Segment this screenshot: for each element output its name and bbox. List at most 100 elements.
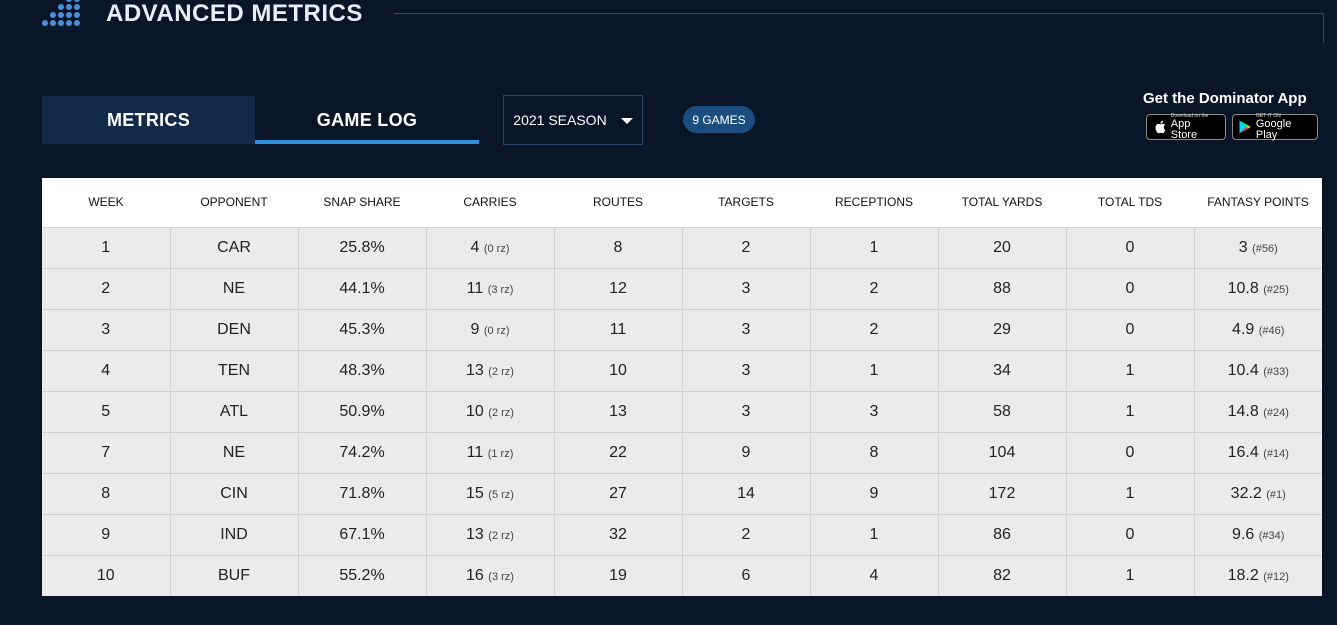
cell-week: 8: [42, 473, 171, 515]
cell-targets-value: 3: [741, 402, 751, 420]
cell-receptions: 2: [810, 309, 939, 351]
cell-receptions: 8: [810, 432, 939, 474]
cell-routes: 27: [554, 473, 683, 515]
cell-routes-value: 10: [609, 361, 627, 379]
cell-routes-value: 32: [609, 525, 627, 543]
cell-snap-share: 74.2%: [298, 432, 427, 474]
cell-carries-value: 11: [466, 279, 484, 297]
cell-carries: 4 (0 rz): [426, 227, 555, 269]
cell-opponent: NE: [170, 268, 299, 310]
col-carries[interactable]: CARRIES: [426, 178, 554, 228]
cell-receptions: 9: [810, 473, 939, 515]
cell-fantasy-points-value: 18.2: [1227, 566, 1259, 584]
cell-week: 5: [42, 391, 171, 433]
cell-snap-share: 55.2%: [298, 555, 427, 596]
cell-carries-value: 10: [466, 402, 484, 420]
table-row: 4 TEN 48.3% 13 (2 rz) 10 3 1 34 1 10.4 (#33): [42, 350, 1322, 392]
cell-total-yards-value: 58: [993, 402, 1011, 420]
cell-opponent-value: ATL: [219, 402, 249, 420]
cell-carries: 9 (0 rz): [426, 309, 555, 351]
app-promo-title: Get the Dominator App: [1143, 90, 1307, 107]
cell-total-yards-value: 82: [993, 566, 1011, 584]
cell-snap-share-value: 50.9%: [339, 402, 385, 420]
page-header: ADVANCED METRICS: [0, 0, 1337, 43]
cell-total-yards: 104: [938, 432, 1067, 474]
cell-opponent: IND: [170, 514, 299, 556]
cell-fantasy-points-detail: (#34): [1258, 529, 1285, 542]
cell-receptions: 1: [810, 350, 939, 392]
cell-total-yards-value: 172: [988, 484, 1016, 502]
cell-total-tds: 0: [1066, 268, 1195, 310]
tab-metrics[interactable]: METRICS: [42, 96, 255, 144]
cell-opponent-value: NE: [222, 443, 246, 461]
cell-total-yards-value: 20: [993, 238, 1011, 256]
cell-fantasy-points-detail: (#1): [1266, 488, 1286, 501]
cell-snap-share-value: 25.8%: [339, 238, 385, 256]
col-week[interactable]: WEEK: [42, 178, 170, 228]
table-row: 8 CIN 71.8% 15 (5 rz) 27 14 9 172 1 32.2 (#1): [42, 473, 1322, 515]
cell-total-tds-value: 0: [1125, 525, 1135, 543]
cell-total-tds: 0: [1066, 227, 1195, 269]
cell-opponent-value: NE: [222, 279, 246, 297]
cell-targets-value: 6: [741, 566, 751, 584]
cell-carries-value: 4: [470, 238, 480, 256]
games-count-badge: 9 GAMES: [683, 106, 755, 133]
cell-total-yards: 34: [938, 350, 1067, 392]
cell-carries: 15 (5 rz): [426, 473, 555, 515]
tab-game-log[interactable]: GAME LOG: [255, 96, 479, 144]
cell-routes: 22: [554, 432, 683, 474]
col-routes[interactable]: ROUTES: [554, 178, 682, 228]
cell-total-tds: 0: [1066, 514, 1195, 556]
col-total-yards[interactable]: TOTAL YARDS: [938, 178, 1066, 228]
cell-carries-detail: (3 rz): [488, 570, 514, 583]
cell-fantasy-points: 3 (#56): [1194, 227, 1322, 269]
cell-receptions-value: 1: [869, 361, 879, 379]
cell-total-tds-value: 1: [1125, 566, 1135, 584]
cell-targets-value: 2: [741, 525, 751, 543]
cell-opponent: BUF: [170, 555, 299, 596]
cell-targets: 3: [682, 350, 811, 392]
logo-icon: [42, 0, 82, 30]
cell-receptions-value: 1: [869, 525, 879, 543]
season-dropdown[interactable]: 2021 SEASON: [503, 95, 643, 145]
cell-fantasy-points: 18.2 (#12): [1194, 555, 1322, 596]
cell-targets: 9: [682, 432, 811, 474]
cell-snap-share-value: 67.1%: [339, 525, 385, 543]
cell-snap-share: 71.8%: [298, 473, 427, 515]
cell-routes-value: 22: [609, 443, 627, 461]
col-fantasy-points[interactable]: FANTASY POINTS: [1194, 178, 1322, 228]
cell-opponent-value: CIN: [220, 484, 248, 502]
cell-week-value: 3: [101, 320, 111, 338]
cell-opponent: ATL: [170, 391, 299, 433]
cell-total-yards-value: 88: [993, 279, 1011, 297]
col-opponent[interactable]: OPPONENT: [170, 178, 298, 228]
google-play-button[interactable]: GET IT ON Google Play: [1232, 113, 1318, 140]
cell-carries-detail: (0 rz): [483, 242, 510, 255]
col-targets[interactable]: TARGETS: [682, 178, 810, 228]
cell-carries-detail: (2 rz): [488, 406, 514, 419]
cell-total-tds-value: 0: [1125, 320, 1135, 338]
season-dropdown-value: 2021 SEASON: [513, 112, 607, 128]
google-play-icon: [1239, 120, 1252, 134]
cell-carries-detail: (2 rz): [488, 365, 514, 378]
cell-fantasy-points: 9.6 (#34): [1194, 514, 1322, 556]
app-store-button[interactable]: Download on the App Store: [1146, 113, 1226, 140]
cell-total-tds-value: 0: [1125, 238, 1135, 256]
col-receptions[interactable]: RECEPTIONS: [810, 178, 938, 228]
cell-routes: 13: [554, 391, 683, 433]
col-total-tds[interactable]: TOTAL TDS: [1066, 178, 1194, 228]
cell-total-tds-value: 0: [1125, 279, 1135, 297]
cell-snap-share: 50.9%: [298, 391, 427, 433]
cell-carries-detail: (2 rz): [488, 529, 514, 542]
cell-snap-share: 67.1%: [298, 514, 427, 556]
cell-routes-value: 11: [609, 320, 627, 338]
cell-snap-share: 44.1%: [298, 268, 427, 310]
cell-routes: 19: [554, 555, 683, 596]
col-snap-share[interactable]: SNAP SHARE: [298, 178, 426, 228]
cell-total-tds: 0: [1066, 432, 1195, 474]
cell-fantasy-points-value: 10.8: [1227, 279, 1259, 297]
cell-routes: 10: [554, 350, 683, 392]
view-tabs: METRICS GAME LOG: [42, 96, 479, 144]
cell-fantasy-points: 14.8 (#24): [1194, 391, 1322, 433]
cell-routes-value: 12: [609, 279, 627, 297]
